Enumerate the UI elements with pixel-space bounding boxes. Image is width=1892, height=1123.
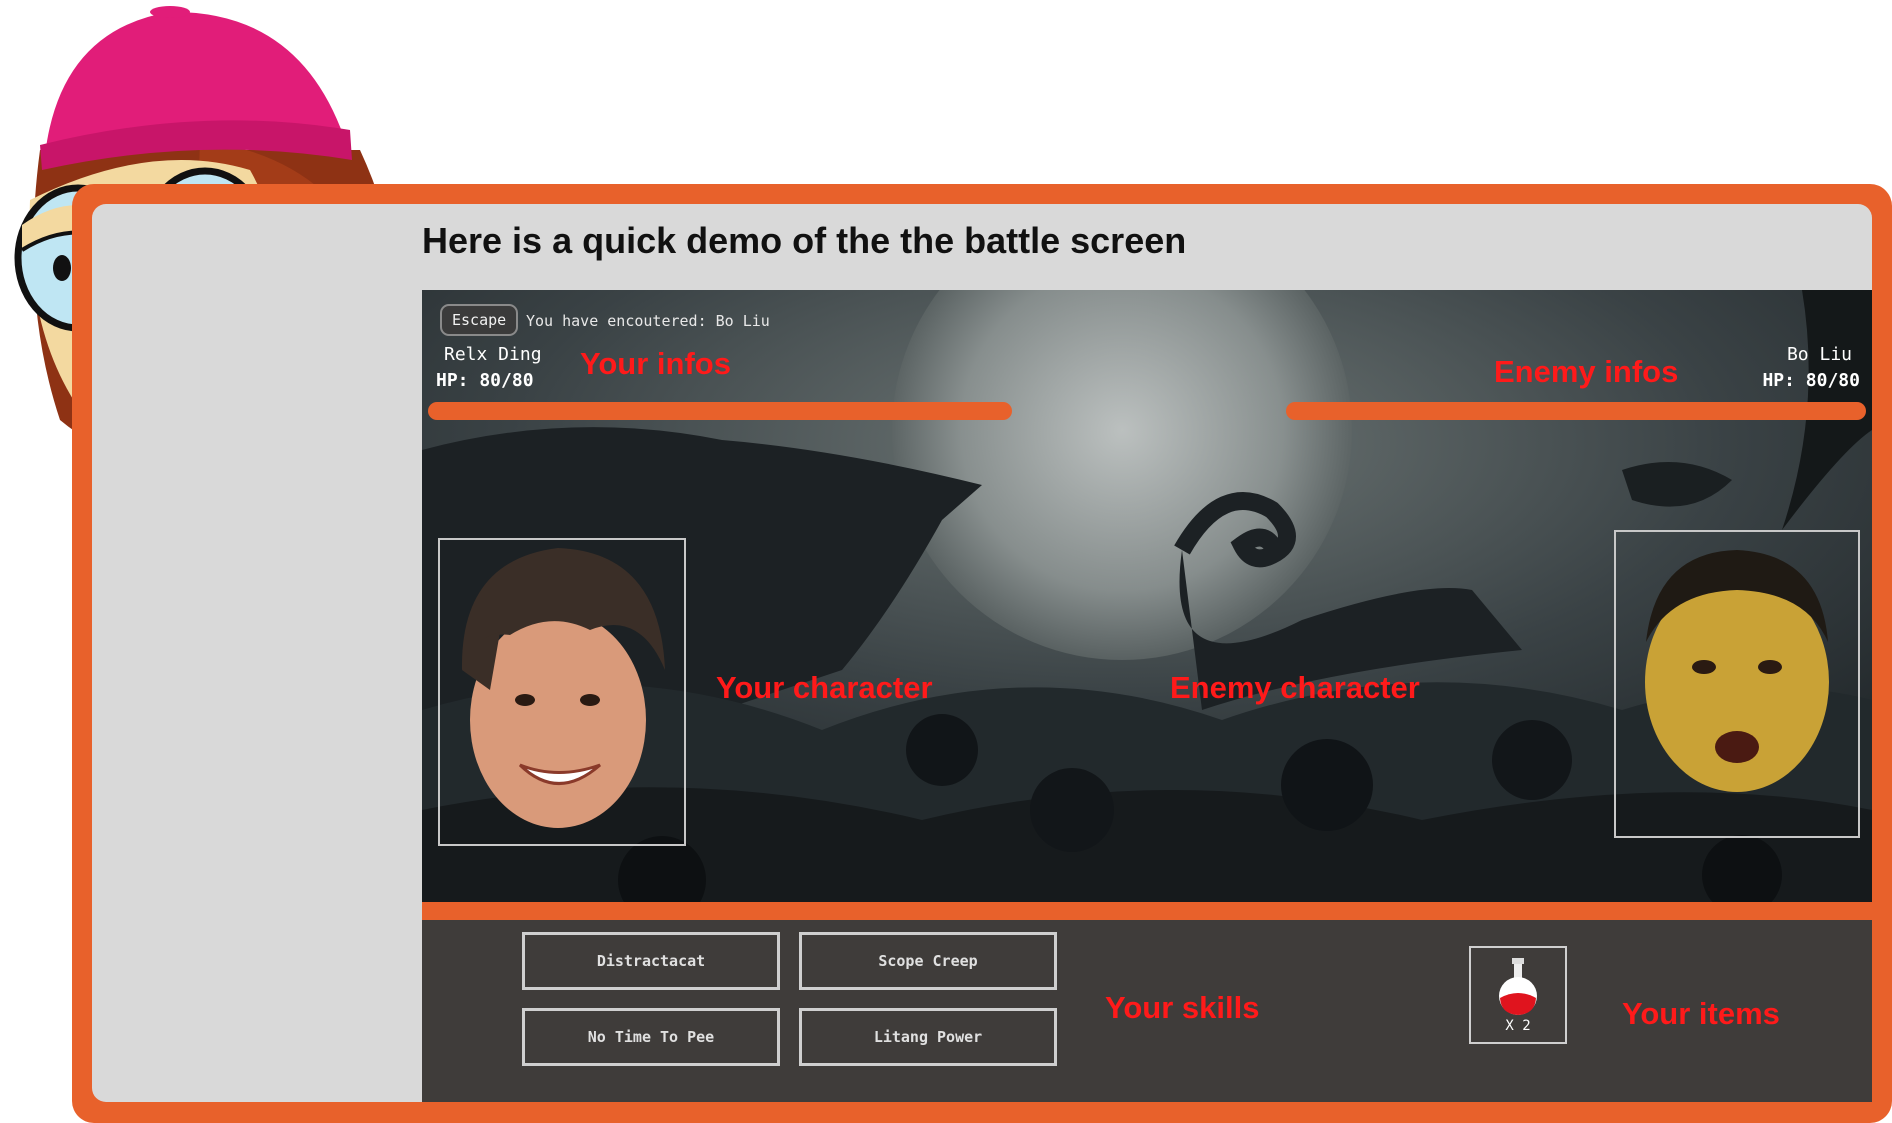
skill-button-no-time-to-pee[interactable]: No Time To Pee — [522, 1008, 780, 1066]
player-name: Relx Ding — [444, 344, 542, 365]
potion-icon — [1499, 958, 1537, 1015]
annotation-your-character: Your character — [716, 670, 933, 705]
enemy-hp: HP: 80/80 — [1762, 370, 1860, 391]
item-slot-potion[interactable]: X 2 — [1469, 946, 1567, 1044]
annotation-your-items: Your items — [1622, 996, 1780, 1031]
annotation-your-skills: Your skills — [1105, 990, 1260, 1025]
player-hp-bar — [428, 402, 1012, 420]
player-portrait — [461, 548, 665, 828]
encounter-message: You have encoutered: Bo Liu — [526, 312, 770, 330]
enemy-portrait — [1645, 550, 1829, 792]
player-character-frame — [438, 538, 686, 846]
skill-button-scope-creep[interactable]: Scope Creep — [799, 932, 1057, 990]
skill-button-litang-power[interactable]: Litang Power — [799, 1008, 1057, 1066]
annotation-enemy-character: Enemy character — [1170, 670, 1420, 705]
enemy-character-frame — [1614, 530, 1860, 838]
player-hp: HP: 80/80 — [436, 370, 534, 391]
item-count: X 2 — [1505, 1018, 1531, 1034]
annotation-enemy-infos: Enemy infos — [1494, 354, 1679, 389]
enemy-name: Bo Liu — [1786, 344, 1852, 365]
enemy-hp-bar — [1286, 402, 1866, 420]
annotation-your-infos: Your infos — [580, 346, 731, 381]
divider-strip — [422, 902, 1872, 920]
escape-button[interactable]: Escape — [440, 304, 519, 336]
skill-button-distractacat[interactable]: Distractacat — [522, 932, 780, 990]
page-title: Here is a quick demo of the the battle s… — [422, 220, 1187, 261]
action-panel: Distractacat Scope Creep No Time To Pee … — [422, 920, 1872, 1102]
battle-scene: Escape You have encoutered: Bo Liu Relx … — [422, 290, 1872, 902]
